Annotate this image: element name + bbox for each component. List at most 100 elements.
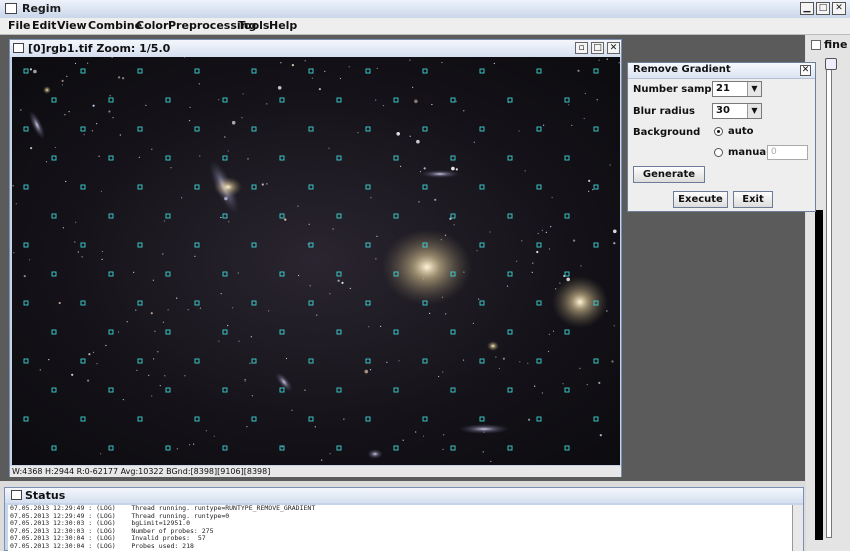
- app-icon: [5, 3, 17, 14]
- star: [382, 105, 385, 107]
- star: [244, 379, 246, 381]
- sample-marker: [222, 387, 228, 393]
- menu-help[interactable]: Help: [269, 19, 297, 32]
- execute-button[interactable]: Execute: [673, 191, 728, 208]
- slider-handle[interactable]: [825, 58, 837, 70]
- menu-view[interactable]: View: [57, 19, 87, 32]
- manual-radio[interactable]: [714, 148, 723, 157]
- image-window-titlebar[interactable]: [0]rgb1.tif Zoom: 1/5.0 ▫ □ ✕: [10, 40, 621, 57]
- menu-tools[interactable]: Tools: [238, 19, 269, 32]
- status-icon: [11, 490, 22, 500]
- star: [45, 161, 48, 163]
- status-log[interactable]: 07.05.2013 12:29:49 : (LOG) Thread runni…: [8, 505, 792, 551]
- star: [380, 325, 382, 327]
- star: [482, 451, 484, 453]
- star: [409, 135, 411, 137]
- star: [15, 203, 17, 205]
- star: [74, 241, 76, 243]
- sample-marker: [137, 416, 143, 422]
- star: [266, 103, 268, 105]
- generate-button[interactable]: Generate: [633, 166, 705, 183]
- fine-checkbox[interactable]: [811, 40, 821, 50]
- maximize-icon[interactable]: □: [816, 2, 830, 15]
- status-scrollbar[interactable]: [792, 505, 803, 551]
- star: [224, 136, 226, 138]
- star: [184, 375, 186, 377]
- star: [490, 460, 492, 462]
- menu-edit[interactable]: Edit: [32, 19, 56, 32]
- image-minimize-icon[interactable]: ▫: [575, 42, 588, 54]
- chevron-down-icon[interactable]: ▼: [747, 104, 761, 118]
- star: [199, 307, 201, 309]
- menu-file[interactable]: File: [8, 19, 31, 32]
- sample-marker: [450, 445, 456, 451]
- star: [247, 158, 249, 160]
- star: [242, 93, 244, 95]
- star: [66, 75, 68, 77]
- star: [328, 147, 330, 149]
- blur-select[interactable]: 30 ▼: [712, 103, 762, 119]
- sample-marker: [137, 300, 143, 306]
- star: [414, 99, 418, 104]
- menu-color[interactable]: Color: [136, 19, 168, 32]
- star: [244, 380, 246, 382]
- sample-marker: [279, 97, 285, 103]
- star: [376, 235, 378, 237]
- sample-marker: [422, 68, 428, 74]
- star: [418, 201, 420, 203]
- sample-marker: [479, 358, 485, 364]
- samples-select[interactable]: 21 ▼: [712, 81, 762, 97]
- star: [241, 117, 243, 119]
- menu-combine[interactable]: Combine: [88, 19, 142, 32]
- minimize-icon[interactable]: ▁: [800, 2, 814, 15]
- sample-marker: [564, 387, 570, 393]
- image-close-icon[interactable]: ✕: [607, 42, 620, 54]
- star: [316, 314, 318, 316]
- sample-marker: [80, 126, 86, 132]
- star: [250, 336, 252, 338]
- star: [164, 375, 166, 377]
- star: [451, 166, 455, 171]
- star: [398, 360, 400, 362]
- sample-marker: [479, 242, 485, 248]
- sample-marker: [251, 300, 257, 306]
- manual-input[interactable]: 0: [767, 145, 808, 160]
- star: [534, 385, 536, 387]
- sample-marker: [222, 97, 228, 103]
- sample-marker: [279, 387, 285, 393]
- star: [400, 165, 402, 167]
- star: [536, 250, 539, 254]
- star: [157, 351, 159, 353]
- star: [193, 443, 195, 445]
- star: [148, 374, 150, 376]
- star: [409, 59, 411, 61]
- star: [445, 313, 447, 315]
- star: [438, 375, 440, 378]
- image-maximize-icon[interactable]: □: [591, 42, 604, 54]
- app-title: Regim: [22, 2, 62, 15]
- star-field: [12, 57, 620, 462]
- star: [586, 383, 588, 386]
- auto-radio[interactable]: [714, 127, 723, 136]
- status-titlebar[interactable]: Status: [5, 488, 803, 503]
- star: [396, 132, 401, 136]
- image-canvas[interactable]: [12, 57, 620, 465]
- sample-marker: [593, 242, 599, 248]
- chevron-down-icon[interactable]: ▼: [747, 82, 761, 96]
- star: [568, 104, 570, 106]
- sample-marker: [422, 184, 428, 190]
- close-icon[interactable]: ✕: [832, 2, 846, 15]
- dialog-titlebar[interactable]: Remove Gradient ✕: [628, 63, 815, 79]
- vertical-slider[interactable]: [826, 62, 832, 538]
- star: [442, 371, 444, 373]
- dialog-close-icon[interactable]: ✕: [800, 65, 811, 76]
- star: [613, 325, 615, 327]
- star: [618, 62, 620, 64]
- star: [75, 221, 77, 223]
- sample-marker: [450, 387, 456, 393]
- star: [455, 100, 457, 102]
- exit-button[interactable]: Exit: [733, 191, 773, 208]
- star: [532, 262, 534, 264]
- sample-marker: [251, 126, 257, 132]
- sample-marker: [279, 271, 285, 277]
